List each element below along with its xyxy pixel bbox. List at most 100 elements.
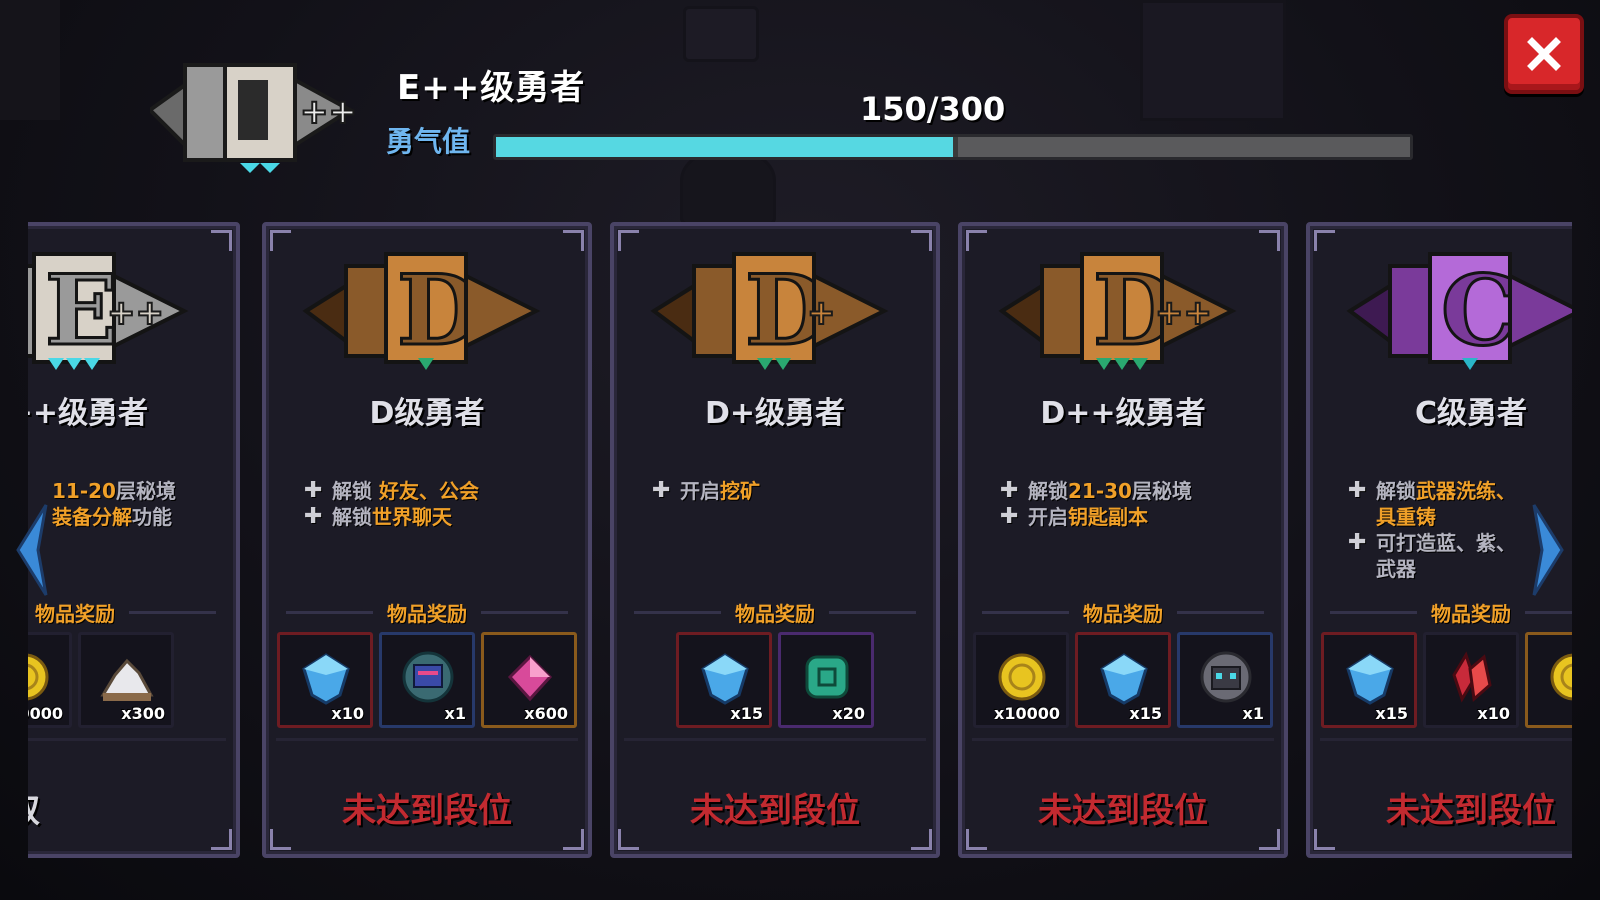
unlock-text: 解锁21-30层秘境 [1028,478,1192,504]
divider [286,611,373,614]
reward-items: x15 x20 [614,632,936,730]
rank-card[interactable]: D D级勇者 ✚ 解锁 好友、公会 ✚ 解锁世界聊天 物品奖励 x10 x1 x600 未达到段位 [262,222,592,858]
divider [276,738,578,741]
claimed-status: 已领取 [28,783,236,832]
locked-status[interactable]: 未达到段位 [962,783,1284,832]
ore-pile-icon [100,658,154,701]
unlock-list: ✚ 解锁21-30层秘境 ✚ 开启钥匙副本 [1000,478,1270,530]
divider [1330,611,1417,614]
unlock-item: ✚ 开启钥匙副本 [1000,504,1270,530]
rank-card[interactable]: E++ ++级勇者 11-20层秘境装备分解功能物品奖励 0000 x300 已领取 [28,222,240,858]
unlock-text-part: 武器 [1376,557,1416,581]
unlock-item: ✚ 解锁世界聊天 [304,504,574,530]
reward-slot[interactable]: x10 [1423,632,1519,728]
reward-slot[interactable]: x15 [1321,632,1417,728]
rewards-header: 物品奖励 [286,598,568,627]
unlock-text: 武器 [1376,556,1416,582]
card-corner-ornament [618,829,639,850]
rank-card[interactable]: D + D+级勇者 ✚ 开启挖矿 物品奖励 x15 x20 未达到段位 [610,222,940,858]
divider [634,611,721,614]
green-token-icon [805,655,849,699]
unlock-text-part: 解锁 [1376,479,1416,503]
reward-items: x10000 x15 x1 [962,632,1284,730]
card-corner-ornament [966,829,987,850]
reward-quantity: x15 [730,704,763,723]
unlock-highlight: 具重铸 [1376,505,1436,529]
chevron-left-icon[interactable] [12,500,52,600]
divider [972,738,1274,741]
locked-status[interactable]: 未达到段位 [614,783,936,832]
reward-slot[interactable]: x1 [1177,632,1273,728]
reward-slot[interactable]: x600 [481,632,577,728]
card-corner-ornament [270,230,291,251]
unlock-text-part: 开启 [1028,505,1068,529]
reward-slot[interactable]: x300 [78,632,174,728]
plus-bullet-icon: ✚ [1348,530,1367,555]
unlock-highlight: 21-30 [1068,479,1132,503]
unlock-text: 可打造蓝、紫、 [1376,530,1516,556]
chest-orb-icon [402,651,454,703]
card-corner-ornament [1314,230,1335,251]
divider [1177,611,1264,614]
unlock-text: 11-20层秘境 [52,478,176,504]
reward-quantity: x600 [524,704,568,723]
rewards-label: 物品奖励 [735,602,815,626]
reward-slot[interactable]: x15 [1075,632,1171,728]
rank-rewards-screen: ++ E++级勇者 勇气值 150/300 E++++级勇者11-20层秘境装备… [0,0,1600,900]
divider [481,611,568,614]
plus-bullet-icon: ✚ [652,478,671,503]
current-rank-title: E++级勇者 [397,68,586,108]
rank-emblem-icon: D+ [650,252,889,370]
unlock-item: ✚ 解锁 好友、公会 [304,478,574,504]
divider [129,611,216,614]
blue-gem-icon [701,653,749,705]
red-crystal-icon [1452,651,1492,703]
rank-card[interactable]: D ++ D++级勇者 ✚ 解锁21-30层秘境 ✚ 开启钥匙副本 物品奖励 x10000 x15… [958,222,1288,858]
rewards-label: 物品奖励 [1431,602,1511,626]
chevron-right-icon[interactable] [1528,500,1568,600]
reward-slot[interactable]: x20 [778,632,874,728]
plus-bullet-icon: ✚ [1000,504,1019,529]
rewards-header: 物品奖励 [634,598,916,627]
close-button[interactable] [1504,14,1584,94]
unlock-text-part: 层秘境 [115,479,176,503]
rewards-label: 物品奖励 [1083,602,1163,626]
reward-slot[interactable]: x1 [379,632,475,728]
reward-slot[interactable]: 0000 [28,632,72,728]
reward-slot[interactable]: x10000 [973,632,1069,728]
rank-emblem-icon: D [302,252,541,370]
unlock-text-part: 解锁 [332,505,372,529]
rewards-header: 物品奖励 [982,598,1264,627]
unlock-text: 解锁武器洗练、 [1376,478,1516,504]
card-corner-ornament [966,230,987,251]
unlock-highlight: 装备分解 [52,505,132,529]
divider [1320,738,1572,741]
unlock-list: ✚ 解锁 好友、公会 ✚ 解锁世界聊天 [304,478,574,530]
divider [624,738,926,741]
background-npc-silhouette [680,150,776,226]
reward-slot[interactable]: x10 [277,632,373,728]
plus-bullet-icon: ✚ [304,478,323,503]
rank-cards-carousel[interactable]: E++++级勇者11-20层秘境装备分解功能物品奖励0000x300已领取DD级… [28,218,1572,868]
rewards-header: 物品奖励 [1330,598,1572,627]
svg-text:++: ++ [107,293,164,333]
card-corner-ornament [1259,829,1280,850]
courage-progress-text: 150/300 [860,90,1006,128]
unlock-item: 装备分解功能 [28,504,294,530]
blue-gem-icon [302,653,350,705]
rewards-label: 物品奖励 [35,602,115,626]
unlock-list: 11-20层秘境 装备分解功能 [28,478,294,530]
unlock-highlight: 好友、公会 [378,479,479,503]
rank-emblem-icon: ++ [150,63,358,173]
card-corner-ornament [211,829,232,850]
locked-status[interactable]: 未达到段位 [1310,783,1572,832]
card-corner-ornament [1259,230,1280,251]
reward-quantity: x1 [1242,704,1264,723]
reward-slot[interactable]: x15 [676,632,772,728]
reward-quantity: x10000 [994,704,1060,723]
reward-slot[interactable] [1525,632,1572,728]
locked-status[interactable]: 未达到段位 [266,783,588,832]
unlock-text: 解锁世界聊天 [332,504,452,530]
reward-quantity: x300 [121,704,165,723]
unlock-item: ✚ 解锁21-30层秘境 [1000,478,1270,504]
